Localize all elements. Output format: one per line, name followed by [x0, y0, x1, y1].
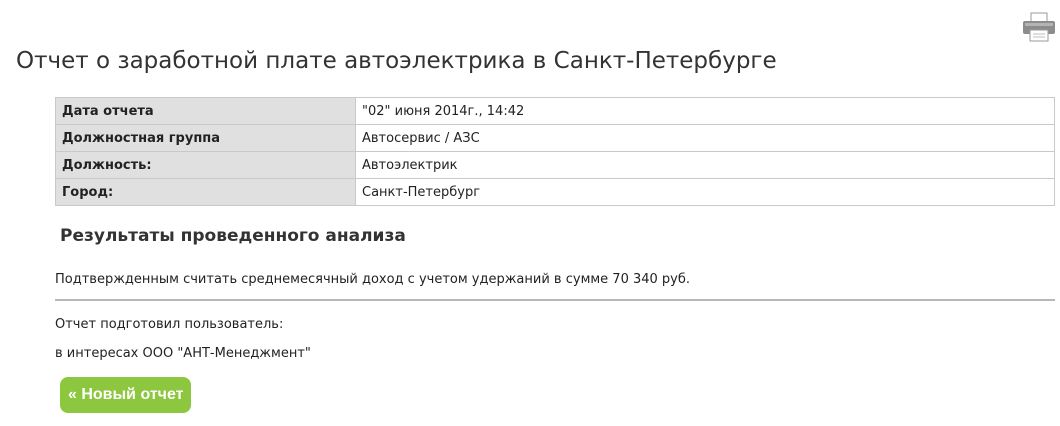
report-info-table: Дата отчета "02" июня 2014г., 14:42 Долж…	[55, 97, 1055, 206]
printer-icon[interactable]	[1022, 12, 1056, 42]
divider	[55, 299, 1055, 301]
position-value: Автоэлектрик	[355, 151, 1055, 179]
on-behalf-text: в интересах ООО "АНТ-Менеджмент"	[55, 346, 311, 361]
table-row: Дата отчета "02" июня 2014г., 14:42	[55, 97, 1055, 125]
prepared-by-text: Отчет подготовил пользователь:	[55, 317, 284, 332]
page-title: Отчет о заработной плате автоэлектрика в…	[16, 48, 777, 74]
position-label: Должность:	[55, 151, 356, 179]
city-label: Город:	[55, 178, 356, 206]
table-row: Город: Санкт-Петербург	[55, 178, 1055, 206]
table-row: Должность: Автоэлектрик	[55, 151, 1055, 179]
results-heading: Результаты проведенного анализа	[60, 226, 406, 246]
job-group-label: Должностная группа	[55, 124, 356, 152]
report-page: Отчет о заработной плате автоэлектрика в…	[0, 0, 1060, 426]
new-report-button[interactable]: « Новый отчет	[60, 377, 192, 413]
table-row: Должностная группа Автосервис / АЗС	[55, 124, 1055, 152]
income-summary: Подтвержденным считать среднемесячный до…	[55, 272, 691, 287]
report-date-value: "02" июня 2014г., 14:42	[355, 97, 1055, 125]
job-group-value: Автосервис / АЗС	[355, 124, 1055, 152]
report-date-label: Дата отчета	[55, 97, 356, 125]
city-value: Санкт-Петербург	[355, 178, 1055, 206]
